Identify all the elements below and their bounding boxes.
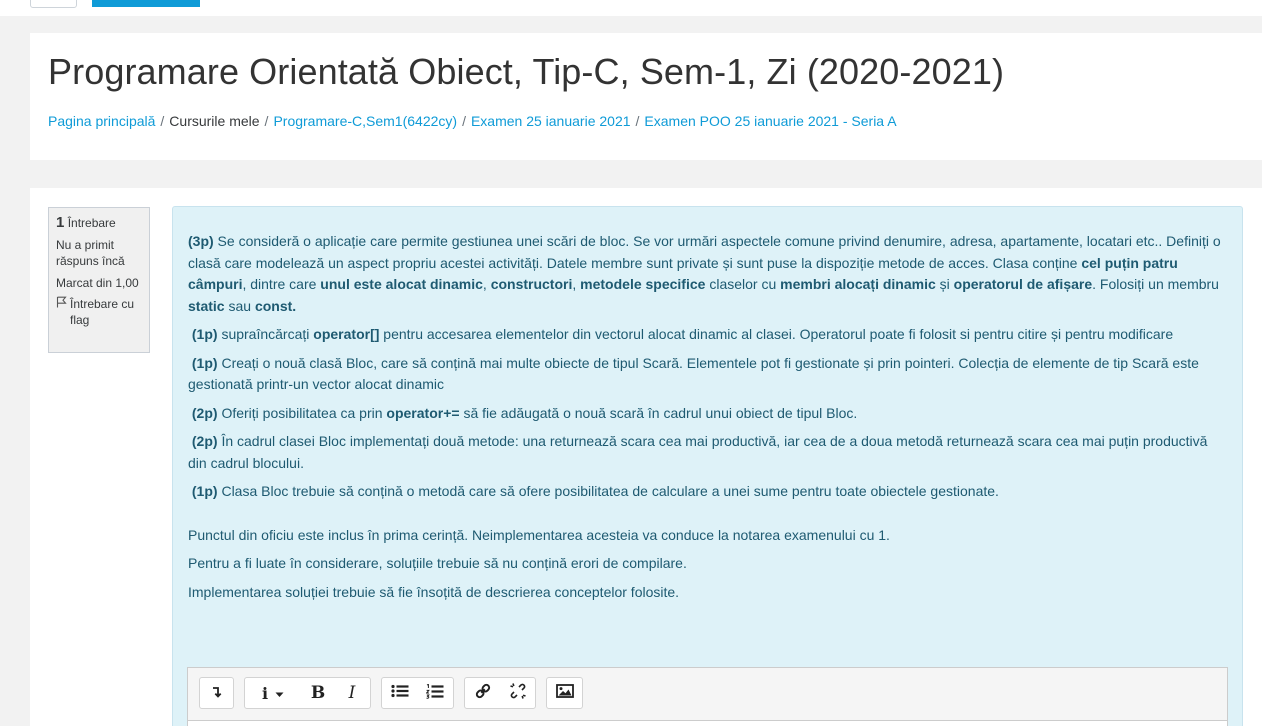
question-text: (3p) Se consideră o aplicație care permi… [188,231,1223,610]
bullet-list-button[interactable] [382,678,417,708]
note-official-point: Punctul din oficiu este inclus în prima … [188,526,890,543]
chevron-down-icon [275,685,284,702]
toolbar-group-format: i B I [244,677,371,709]
toolbar-group-toggle [199,677,234,709]
quiz-region: 1 Întrebare Nu a primit răspuns încă Mar… [30,188,1262,726]
flag-label: Întrebare cu flag [70,297,135,327]
breadcrumb-course[interactable]: Programare-C,Sem1(6422cy) [273,113,457,129]
image-button[interactable] [547,678,582,708]
navbar-active-tab[interactable] [92,0,200,7]
page-header: Programare Orientată Obiect, Tip-C, Sem-… [30,33,1262,160]
requirement-6: (1p) Clasa Bloc trebuie să conțină o met… [191,483,999,499]
breadcrumb-exam-quiz[interactable]: Examen POO 25 ianuarie 2021 - Seria A [644,113,896,129]
toolbar-group-media [546,677,583,709]
question-info-panel: 1 Întrebare Nu a primit răspuns încă Mar… [48,207,150,353]
top-navbar [0,0,1262,16]
link-button[interactable] [465,678,500,708]
breadcrumb-exam-section[interactable]: Examen 25 ianuarie 2021 [471,113,631,129]
toolbar-group-links [464,677,536,709]
unlink-button[interactable] [500,678,535,708]
italic-button[interactable]: I [335,678,369,708]
numbered-list-icon [425,683,444,703]
numbered-list-button[interactable] [417,678,453,708]
image-icon [555,684,574,702]
flag-icon [56,296,70,328]
info-menu-button[interactable]: i [245,678,301,708]
toolbar-toggle-icon [212,685,222,702]
requirement-2: (1p) supraîncărcați operator[] pentru ac… [191,326,1174,342]
requirement-4: (2p) Oferiți posibilitatea ca prin opera… [191,404,858,421]
breadcrumb-my-courses: Cursurile mele [169,113,260,129]
toolbar-group-lists [381,677,454,709]
unlink-icon [509,683,526,703]
note-description: Implementarea soluției trebuie să fie în… [188,583,680,600]
bold-button[interactable]: B [301,678,335,708]
breadcrumb-home[interactable]: Pagina principală [48,113,155,129]
info-icon: i [261,683,269,703]
note-compilation: Pentru a fi luate în considerare, soluți… [188,555,687,571]
requirement-3: (1p) Creați o nouă clasă Bloc, care să c… [188,354,1199,393]
bullet-list-icon [390,684,409,702]
link-icon [475,683,491,703]
question-number: 1 Întrebare [56,214,116,231]
question-content: (3p) Se consideră o aplicație care permi… [172,206,1243,726]
breadcrumb: Pagina principală / Cursurile mele / Program… [48,113,897,129]
requirement-5: (2p) În cadrul clasei Bloc implementați … [188,433,1208,471]
question-marks: Marcat din 1,00 [56,276,139,290]
navbar-menu-button[interactable] [30,0,77,8]
flag-question-toggle[interactable]: Întrebare cu flag [56,296,142,328]
question-status: Nu a primit răspuns încă [56,238,125,268]
page-title: Programare Orientată Obiect, Tip-C, Sem-… [48,51,1005,92]
answer-editor: i B I [187,667,1228,726]
requirement-1: (3p) Se consideră o aplicație care permi… [188,233,1221,314]
toolbar-toggle-button[interactable] [200,678,233,708]
answer-text-area[interactable] [188,720,1227,726]
